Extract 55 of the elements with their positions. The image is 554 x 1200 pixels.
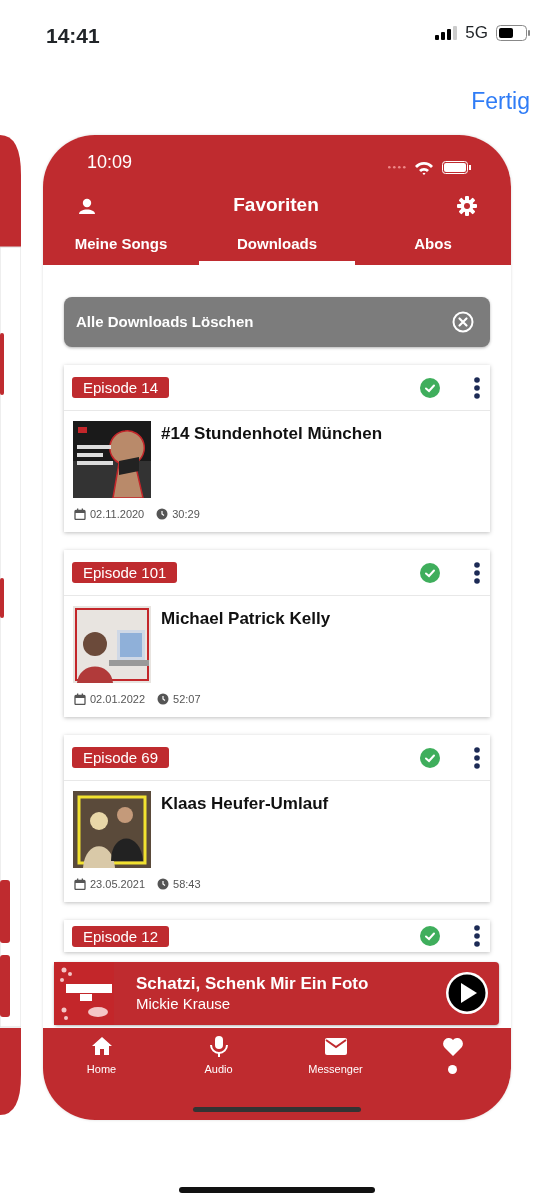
calendar-icon (74, 693, 86, 706)
track-artist: Mickie Krause (136, 993, 232, 1014)
more-icon[interactable] (474, 746, 480, 769)
episode-duration: 58:43 (173, 877, 201, 892)
tab[interactable]: Abos (355, 230, 511, 265)
clock-icon (157, 878, 170, 891)
clock-icon (157, 693, 170, 706)
signal-icon (388, 166, 406, 169)
tab[interactable]: Meine Songs (43, 230, 199, 265)
episode-card[interactable]: Episode 12 (64, 920, 490, 952)
nav-item[interactable]: Audio (160, 1035, 277, 1090)
episode-badge: Episode 69 (72, 747, 170, 768)
episode-date: 02.01.2022 (90, 692, 146, 707)
clock-icon (156, 508, 169, 521)
calendar-icon (74, 878, 86, 891)
network-label: 5G (465, 22, 488, 44)
battery-icon (442, 161, 471, 174)
episode-title: Klaas Heufer-Umlauf (161, 793, 329, 815)
episode-card[interactable]: Episode 69 Klaas Heufer-Umlauf 23.05.2021 58:43 (64, 735, 490, 902)
microphone-icon (207, 1035, 230, 1057)
mail-icon (324, 1035, 347, 1057)
more-icon[interactable] (474, 561, 480, 584)
more-icon[interactable] (474, 376, 480, 399)
settings-icon[interactable] (457, 195, 477, 216)
home-icon (90, 1035, 113, 1057)
episode-title: #14 Stundenhotel München (161, 423, 383, 445)
battery-icon (496, 24, 530, 41)
episode-date: 23.05.2021 (90, 877, 146, 892)
episode-badge: Episode 12 (72, 925, 170, 947)
close-icon (452, 311, 474, 333)
wifi-icon (414, 160, 434, 175)
done-button[interactable]: Fertig (471, 84, 530, 119)
screen-title: Favoriten (233, 193, 319, 218)
track-title: Schatzi, Schenk Mir Ein Foto (136, 972, 370, 994)
mini-player[interactable]: Schatzi, Schenk Mir Ein Foto Mickie Krause (54, 961, 499, 1025)
nav-item[interactable]: Home (43, 1035, 160, 1090)
status-time: 14:41 (46, 23, 100, 49)
app-window[interactable] (43, 134, 511, 1120)
episode-date: 02.11.2020 (90, 507, 145, 522)
delete-all-button[interactable]: Alle Downloads Löschen (64, 297, 490, 347)
episode-badge: Episode 14 (72, 377, 170, 398)
heart-icon (441, 1035, 464, 1057)
episode-badge: Episode 101 (72, 562, 178, 583)
status-time: 10:09 (87, 150, 133, 174)
episode-title: Michael Patrick Kelly (161, 608, 331, 630)
more-icon[interactable] (474, 925, 480, 947)
episode-duration: 52:07 (173, 692, 201, 707)
episode-duration: 30:29 (172, 507, 200, 522)
play-button[interactable] (445, 971, 489, 1015)
episode-card[interactable]: Episode 14 #14 Stundenhotel München 02.11.2020 30:29 (64, 365, 490, 532)
signal-icon (435, 25, 458, 40)
nav-item[interactable]: Messenger (277, 1035, 394, 1090)
profile-icon[interactable] (79, 197, 95, 214)
calendar-icon (74, 508, 86, 521)
episode-card[interactable]: Episode 101 Michael Patrick Kelly 02.01.2022 52:07 (64, 550, 490, 717)
